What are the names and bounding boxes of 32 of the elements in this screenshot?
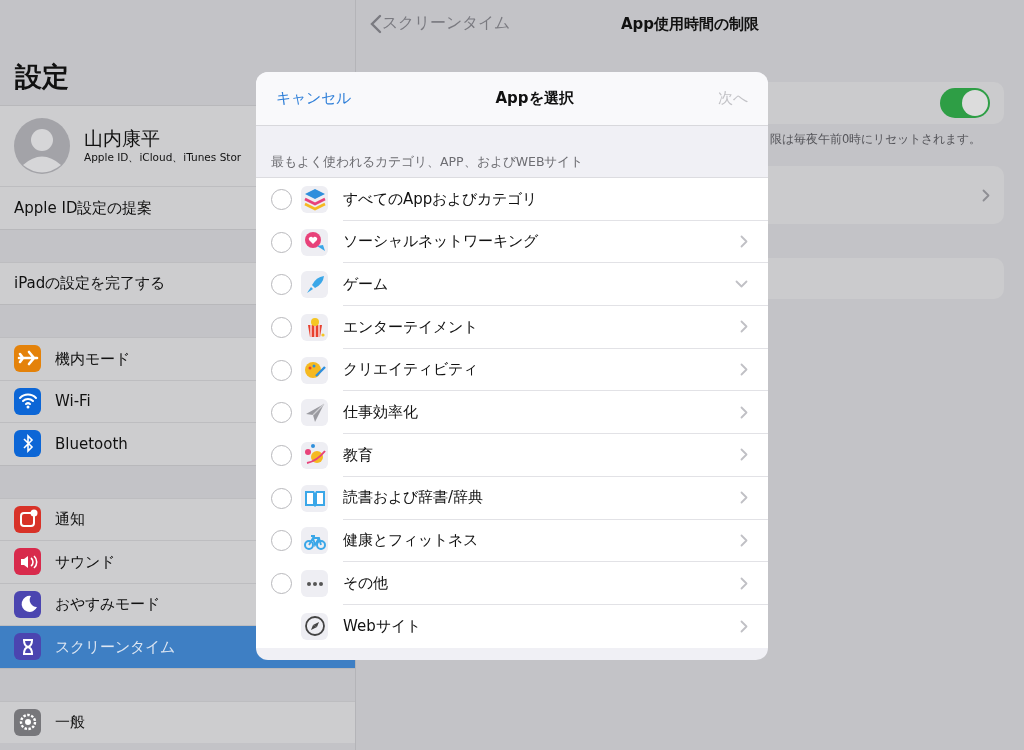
radio-button[interactable] [271,530,292,552]
rocket-icon [301,271,328,299]
paper-plane-icon [301,399,328,427]
compass-icon [301,612,328,640]
radio-button[interactable] [271,274,292,296]
radio-button[interactable] [271,359,292,381]
profile-subtitle: Apple ID、iCloud、iTunes Stor [84,149,242,165]
profile-name: 山内康平 [84,126,161,150]
radio-button[interactable] [271,316,292,338]
back-chevron-icon[interactable] [370,13,382,34]
palette-icon [301,356,328,384]
radio-button[interactable] [271,573,292,595]
popcorn-icon [301,313,328,341]
radio-button[interactable] [271,231,292,253]
radio-button[interactable] [271,444,292,466]
book-icon [301,484,328,512]
modal-title: Appを選択 [495,88,574,110]
sidebar-title: 設定 [15,59,69,94]
planet-icon [301,441,328,469]
stack-icon [301,185,328,213]
sidebar-item[interactable]: 一般 [0,700,355,743]
toggle-switch[interactable] [940,88,990,118]
chevron-right-icon [982,188,990,202]
radio-button[interactable] [271,188,292,210]
more-icon [301,570,328,598]
avatar-icon [14,118,70,174]
radio-button[interactable] [271,487,292,509]
footnote-text: 限は毎夜午前0時にリセットされます。 [769,131,983,148]
nav-title: App使用時間の制限 [620,13,760,35]
radio-button[interactable] [271,402,292,424]
bicycle-icon [301,527,328,555]
chevron-right-icon [740,619,748,633]
